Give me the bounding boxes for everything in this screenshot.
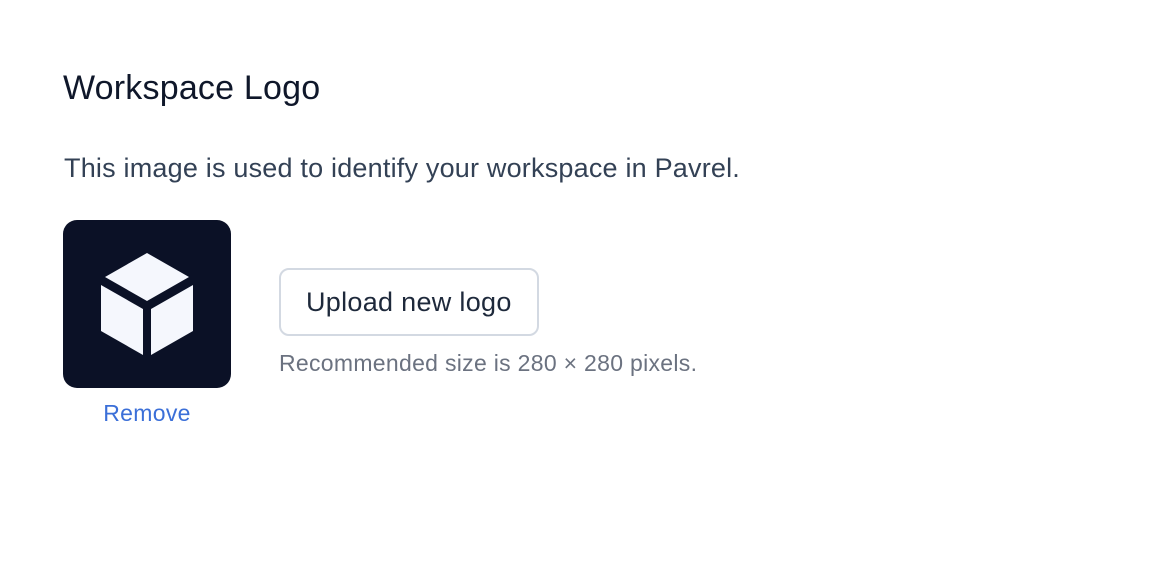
remove-logo-link[interactable]: Remove <box>63 398 231 428</box>
logo-preview-column: Remove <box>63 220 231 428</box>
cube-icon <box>101 253 193 355</box>
recommended-size-hint: Recommended size is 280 × 280 pixels. <box>279 350 698 376</box>
section-title: Workspace Logo <box>63 69 321 107</box>
upload-column: Upload new logo Recommended size is 280 … <box>279 268 697 378</box>
upload-new-logo-button[interactable]: Upload new logo <box>279 268 539 336</box>
workspace-logo-image <box>63 220 231 388</box>
workspace-logo-section: Workspace Logo This image is used to ide… <box>63 66 1063 426</box>
section-description: This image is used to identify your work… <box>64 153 740 183</box>
